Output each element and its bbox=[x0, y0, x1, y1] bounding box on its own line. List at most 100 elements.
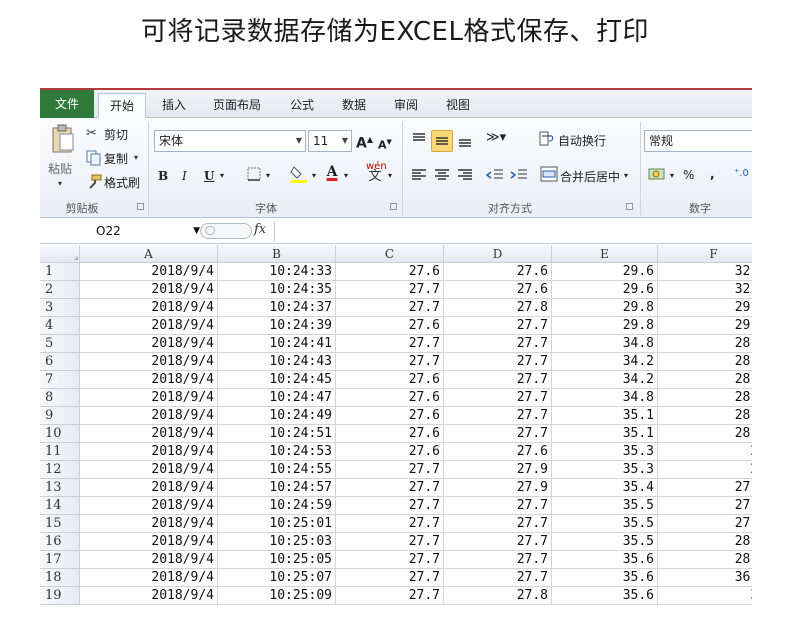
cell-d[interactable]: 27.9 bbox=[444, 461, 552, 479]
cell-d[interactable]: 27.7 bbox=[444, 533, 552, 551]
row-header[interactable]: 10 bbox=[40, 425, 80, 443]
tab-home[interactable]: 开始 bbox=[98, 93, 146, 118]
chevron-down-icon[interactable]: ▾ bbox=[670, 168, 674, 184]
cell-f[interactable]: 32.4 bbox=[658, 281, 752, 299]
row-header[interactable]: 8 bbox=[40, 389, 80, 407]
cell-f[interactable]: 28.2 bbox=[658, 425, 752, 443]
cell-time[interactable]: 10:24:37 bbox=[218, 299, 336, 317]
align-bottom-icon[interactable] bbox=[456, 132, 474, 150]
cell-date[interactable]: 2018/9/4 bbox=[80, 335, 218, 353]
tab-review[interactable]: 审阅 bbox=[384, 93, 428, 118]
tab-formulas[interactable]: 公式 bbox=[280, 93, 324, 118]
cell-e[interactable]: 35.3 bbox=[552, 443, 658, 461]
cell-time[interactable]: 10:25:09 bbox=[218, 587, 336, 605]
bold-icon[interactable]: B bbox=[158, 168, 168, 184]
percent-icon[interactable]: % bbox=[683, 167, 694, 183]
cell-c[interactable]: 27.6 bbox=[336, 389, 444, 407]
shrink-font-icon[interactable]: A▼ bbox=[378, 134, 392, 154]
cell-c[interactable]: 27.7 bbox=[336, 299, 444, 317]
row-header[interactable]: 16 bbox=[40, 533, 80, 551]
cell-time[interactable]: 10:24:57 bbox=[218, 479, 336, 497]
column-header-b[interactable]: B bbox=[218, 245, 336, 263]
cell-e[interactable]: 35.6 bbox=[552, 587, 658, 605]
align-left-icon[interactable] bbox=[410, 168, 428, 182]
cell-d[interactable]: 27.8 bbox=[444, 587, 552, 605]
cell-e[interactable]: 34.2 bbox=[552, 371, 658, 389]
cell-date[interactable]: 2018/9/4 bbox=[80, 371, 218, 389]
cell-c[interactable]: 27.7 bbox=[336, 587, 444, 605]
cell-time[interactable]: 10:24:41 bbox=[218, 335, 336, 353]
cell-time[interactable]: 10:25:07 bbox=[218, 569, 336, 587]
merge-center-icon[interactable] bbox=[540, 166, 558, 182]
cell-c[interactable]: 27.7 bbox=[336, 497, 444, 515]
formula-input[interactable] bbox=[274, 221, 750, 242]
cell-date[interactable]: 2018/9/4 bbox=[80, 317, 218, 335]
cell-time[interactable]: 10:24:39 bbox=[218, 317, 336, 335]
column-header-d[interactable]: D bbox=[444, 245, 552, 263]
cell-e[interactable]: 35.1 bbox=[552, 407, 658, 425]
cell-f[interactable]: 29.6 bbox=[658, 317, 752, 335]
cell-d[interactable]: 27.6 bbox=[444, 281, 552, 299]
cell-date[interactable]: 2018/9/4 bbox=[80, 299, 218, 317]
cell-f[interactable]: 32.4 bbox=[658, 263, 752, 281]
cell-c[interactable]: 27.7 bbox=[336, 533, 444, 551]
cell-e[interactable]: 35.6 bbox=[552, 551, 658, 569]
cell-f[interactable]: 28 bbox=[658, 461, 752, 479]
chevron-down-icon[interactable]: ▾ bbox=[388, 168, 392, 184]
chevron-down-icon[interactable]: ▾ bbox=[344, 168, 348, 184]
alignment-launcher-icon[interactable] bbox=[626, 203, 633, 210]
cell-time[interactable]: 10:24:49 bbox=[218, 407, 336, 425]
cell-e[interactable]: 35.5 bbox=[552, 533, 658, 551]
cell-time[interactable]: 10:24:45 bbox=[218, 371, 336, 389]
paste-dropdown-icon[interactable]: ▾ bbox=[58, 176, 62, 192]
cell-c[interactable]: 27.7 bbox=[336, 479, 444, 497]
tab-insert[interactable]: 插入 bbox=[152, 93, 196, 118]
align-top-icon[interactable] bbox=[410, 130, 428, 148]
column-header-e[interactable]: E bbox=[552, 245, 658, 263]
chevron-down-icon[interactable]: ▾ bbox=[220, 168, 224, 184]
increase-decimal-icon[interactable]: ⁺.0 bbox=[734, 166, 749, 182]
chevron-down-icon[interactable]: ▼ bbox=[193, 222, 200, 241]
cell-time[interactable]: 10:24:47 bbox=[218, 389, 336, 407]
cell-c[interactable]: 27.7 bbox=[336, 335, 444, 353]
chevron-down-icon[interactable]: ▾ bbox=[624, 168, 628, 184]
cell-e[interactable]: 35.5 bbox=[552, 515, 658, 533]
number-format-select[interactable]: 常规 bbox=[644, 130, 752, 152]
column-header-a[interactable]: A bbox=[80, 245, 218, 263]
cell-date[interactable]: 2018/9/4 bbox=[80, 353, 218, 371]
row-header[interactable]: 11 bbox=[40, 443, 80, 461]
cell-e[interactable]: 29.6 bbox=[552, 263, 658, 281]
cell-d[interactable]: 27.6 bbox=[444, 263, 552, 281]
insert-function-icon[interactable]: fx bbox=[254, 222, 266, 237]
cell-d[interactable]: 27.7 bbox=[444, 515, 552, 533]
cell-time[interactable]: 10:24:53 bbox=[218, 443, 336, 461]
underline-icon[interactable]: U bbox=[204, 168, 214, 184]
cell-e[interactable]: 35.3 bbox=[552, 461, 658, 479]
row-header[interactable]: 2 bbox=[40, 281, 80, 299]
row-header[interactable]: 19 bbox=[40, 587, 80, 605]
align-center-icon[interactable] bbox=[433, 168, 451, 182]
cell-c[interactable]: 27.6 bbox=[336, 425, 444, 443]
tab-view[interactable]: 视图 bbox=[436, 93, 480, 118]
cell-date[interactable]: 2018/9/4 bbox=[80, 551, 218, 569]
column-header-c[interactable]: C bbox=[336, 245, 444, 263]
chevron-down-icon[interactable]: ▾ bbox=[312, 168, 316, 184]
copy-button[interactable]: 复制 bbox=[104, 150, 128, 167]
cell-date[interactable]: 2018/9/4 bbox=[80, 425, 218, 443]
accounting-icon[interactable] bbox=[648, 166, 666, 182]
row-header[interactable]: 5 bbox=[40, 335, 80, 353]
cell-d[interactable]: 27.9 bbox=[444, 479, 552, 497]
cell-time[interactable]: 10:25:01 bbox=[218, 515, 336, 533]
cell-date[interactable]: 2018/9/4 bbox=[80, 407, 218, 425]
row-header[interactable]: 1 bbox=[40, 263, 80, 281]
font-launcher-icon[interactable] bbox=[390, 203, 397, 210]
cell-d[interactable]: 27.7 bbox=[444, 551, 552, 569]
cell-time[interactable]: 10:24:35 bbox=[218, 281, 336, 299]
cell-e[interactable]: 29.8 bbox=[552, 317, 658, 335]
cell-e[interactable]: 35.6 bbox=[552, 569, 658, 587]
tab-data[interactable]: 数据 bbox=[332, 93, 376, 118]
orientation-icon[interactable]: ≫▾ bbox=[486, 130, 506, 146]
wrap-text-button[interactable]: 自动换行 bbox=[558, 132, 606, 149]
paste-label[interactable]: 粘贴 bbox=[48, 160, 72, 177]
cell-date[interactable]: 2018/9/4 bbox=[80, 569, 218, 587]
